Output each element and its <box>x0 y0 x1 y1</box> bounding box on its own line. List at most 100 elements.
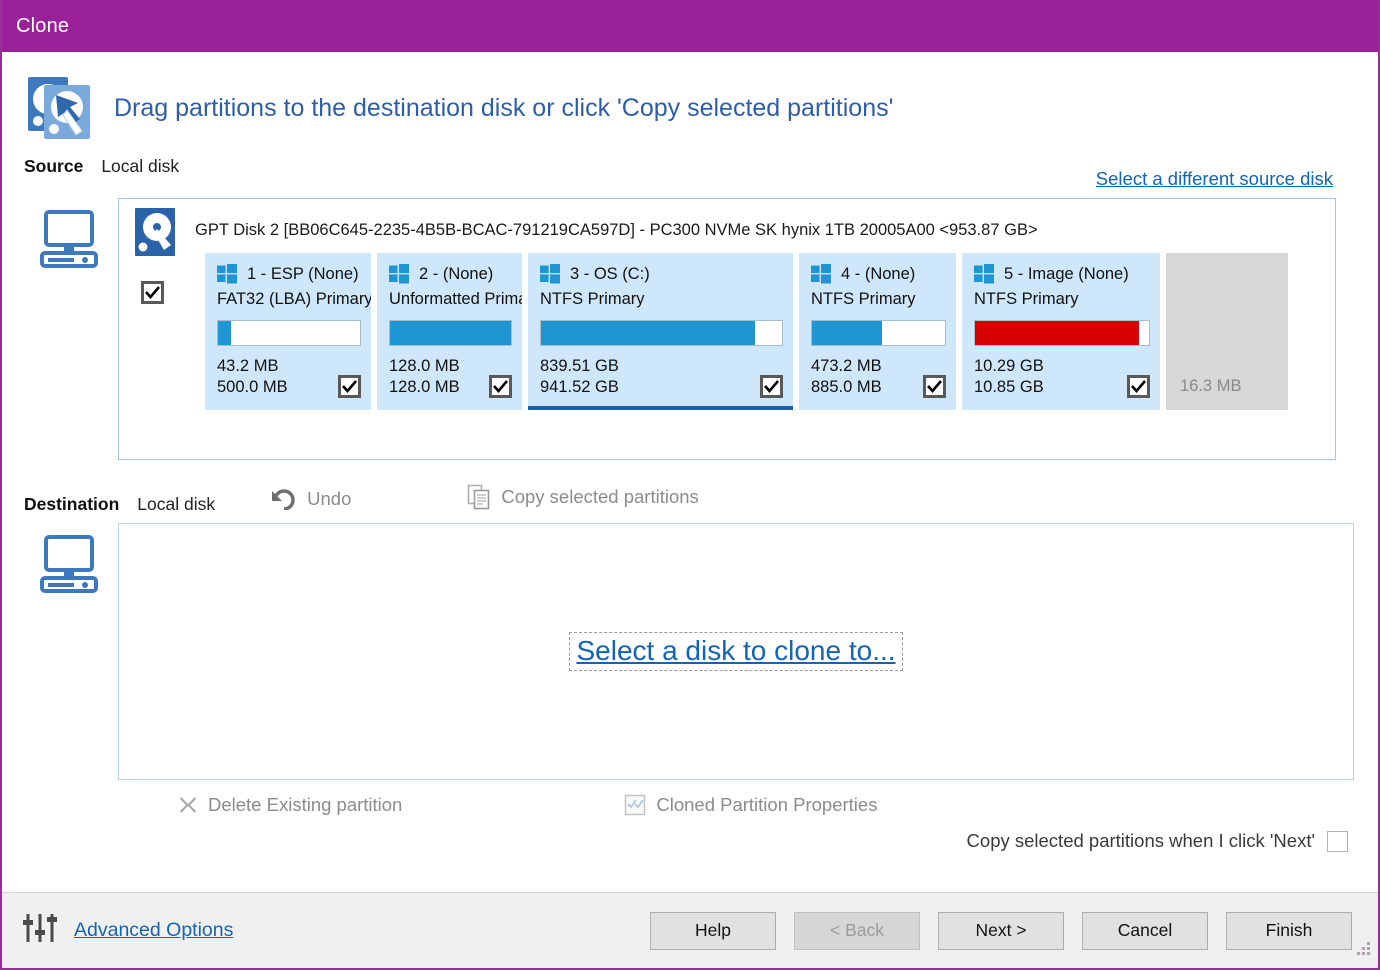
partition-sizes: 473.2 MB 885.0 MB <box>811 356 882 398</box>
partition-sizes: 43.2 MB 500.0 MB <box>217 356 288 398</box>
clone-dialog: Clone Drag partitions to the destination… <box>0 0 1380 970</box>
windows-logo-icon <box>540 264 560 284</box>
partition-usage-bar <box>540 320 783 346</box>
source-disk-title: GPT Disk 2 [BB06C645-2235-4B5B-BCAC-7912… <box>195 221 1038 239</box>
partition-usage-bar <box>217 320 361 346</box>
copy-on-next-label: Copy selected partitions when I click 'N… <box>966 830 1315 851</box>
partition-total: 941.52 GB <box>540 378 619 397</box>
partition-name: 5 - Image (None) <box>1004 264 1129 283</box>
select-disk-to-clone-to-link[interactable]: Select a disk to clone to... <box>569 632 903 671</box>
sliders-icon <box>20 908 60 953</box>
finish-button[interactable]: Finish <box>1226 911 1352 950</box>
windows-logo-icon <box>811 264 831 284</box>
unallocated-size: 16.3 MB <box>1180 377 1242 395</box>
delete-existing-partition-label: Delete Existing partition <box>208 794 403 815</box>
checkbox-checked-icon[interactable] <box>141 281 164 304</box>
windows-logo-icon <box>389 264 409 284</box>
window-title: Clone <box>16 14 70 37</box>
source-disk-header: GPT Disk 2 [BB06C645-2235-4B5B-BCAC-7912… <box>119 199 1335 257</box>
copy-selected-partitions-button[interactable]: Copy selected partitions <box>467 484 699 510</box>
destination-sublabel: Local disk <box>137 494 216 514</box>
destination-tools: Delete Existing partition Cloned Partiti… <box>2 794 1378 816</box>
copy-selected-partitions-label: Copy selected partitions <box>501 486 699 507</box>
partition-block[interactable]: 2 - (None)Unformatted Primary128.0 MB128… <box>377 253 522 410</box>
footer-buttons: Help < Back Next > Cancel Finish <box>650 911 1378 950</box>
clone-disks-icon <box>22 69 100 147</box>
delete-existing-partition-button[interactable]: Delete Existing partition <box>178 794 402 816</box>
unallocated-space-block[interactable]: 16.3 MB <box>1166 253 1288 410</box>
cloned-partition-properties-button[interactable]: Cloned Partition Properties <box>624 794 877 816</box>
partition-usage-fill <box>812 321 883 345</box>
undo-button[interactable]: Undo <box>271 488 351 510</box>
partition-usage-bar <box>974 320 1150 346</box>
partition-filesystem: Unformatted Primary <box>389 290 522 308</box>
partition-filesystem: NTFS Primary <box>811 290 916 308</box>
x-icon <box>178 795 198 815</box>
banner: Drag partitions to the destination disk … <box>2 52 1378 156</box>
copy-pages-icon <box>467 484 491 510</box>
partition-block[interactable]: 5 - Image (None) NTFS Primary 10.29 GB 10.8… <box>962 253 1160 410</box>
checkbox-checked-icon[interactable] <box>489 375 512 399</box>
source-machine-column <box>20 198 118 460</box>
partition-used: 43.2 MB <box>217 357 279 375</box>
destination-disk-panel[interactable]: Select a disk to clone to... <box>118 523 1354 780</box>
partition-usage-bar <box>389 320 512 346</box>
computer-icon <box>38 210 100 460</box>
partition-filesystem: FAT32 (LBA) Primary <box>217 290 371 308</box>
partition-usage-fill <box>975 321 1139 345</box>
advanced-options-link[interactable]: Advanced Options <box>74 919 233 942</box>
windows-logo-icon <box>217 264 237 284</box>
partition-name: 1 - ESP (None) <box>247 264 359 283</box>
partition-filesystem: NTFS Primary <box>540 290 645 308</box>
next-button[interactable]: Next > <box>938 911 1064 950</box>
help-button[interactable]: Help <box>650 911 776 950</box>
partition-usage-fill <box>390 321 511 345</box>
checklist-icon <box>624 794 646 816</box>
hard-disk-icon <box>133 207 177 257</box>
back-button: < Back <box>794 911 920 950</box>
source-area: GPT Disk 2 [BB06C645-2235-4B5B-BCAC-7912… <box>2 198 1378 460</box>
undo-label: Undo <box>307 488 352 509</box>
partition-block[interactable]: 3 - OS (C:) NTFS Primary 839.51 GB 941.52 G… <box>528 253 793 410</box>
destination-header: Destination Local disk Undo Copy selecte… <box>2 484 1378 515</box>
source-label: Source <box>24 156 84 176</box>
destination-machine-column <box>20 523 118 780</box>
copy-on-next-row: Copy selected partitions when I click 'N… <box>2 830 1378 852</box>
partition-usage-fill <box>541 321 756 345</box>
partition-total: 885.0 MB <box>811 378 882 397</box>
checkbox-checked-icon[interactable] <box>760 375 783 399</box>
partition-name: 3 - OS (C:) <box>570 264 650 283</box>
source-disk-panel: GPT Disk 2 [BB06C645-2235-4B5B-BCAC-7912… <box>118 198 1336 460</box>
source-disk-checkbox[interactable] <box>141 281 164 304</box>
partition-sizes: 839.51 GB 941.52 GB <box>540 356 619 398</box>
destination-label: Destination <box>24 494 120 514</box>
partition-sizes: 10.29 GB 10.85 GB <box>974 356 1044 398</box>
partition-used: 10.29 GB <box>974 357 1044 375</box>
source-sublabel: Local disk <box>101 156 180 176</box>
checkbox-checked-icon[interactable] <box>338 375 361 399</box>
source-header: Source Local disk Select a different sou… <box>2 156 1378 190</box>
window-titlebar: Clone <box>2 0 1378 52</box>
partition-usage-bar <box>811 320 946 346</box>
partition-sizes: 128.0 MB 128.0 MB <box>389 356 460 398</box>
partition-block[interactable]: 4 - (None) NTFS Primary 473.2 MB 885.0 MB <box>799 253 956 410</box>
checkbox-checked-icon[interactable] <box>1127 375 1150 399</box>
checkbox-checked-icon[interactable] <box>923 375 946 399</box>
advanced-options-group: Advanced Options <box>2 908 233 953</box>
partition-total: 128.0 MB <box>389 378 460 397</box>
partition-total: 10.85 GB <box>974 378 1044 397</box>
select-different-source-disk-link[interactable]: Select a different source disk <box>1096 168 1333 190</box>
cancel-button[interactable]: Cancel <box>1082 911 1208 950</box>
partition-name: 4 - (None) <box>841 264 916 283</box>
partition-filesystem: NTFS Primary <box>974 290 1079 308</box>
partition-usage-fill <box>218 321 231 345</box>
partition-block[interactable]: 1 - ESP (None) FAT32 (LBA) Primary 43.2 MB… <box>205 253 371 410</box>
footer: Advanced Options Help < Back Next > Cancel F… <box>2 892 1378 968</box>
partition-total: 500.0 MB <box>217 378 288 397</box>
windows-logo-icon <box>974 264 994 284</box>
computer-icon <box>38 535 100 780</box>
partition-used: 473.2 MB <box>811 357 882 375</box>
partition-used: 839.51 GB <box>540 357 619 375</box>
copy-on-next-checkbox[interactable] <box>1327 830 1348 852</box>
resize-grip-icon[interactable] <box>1355 940 1373 963</box>
